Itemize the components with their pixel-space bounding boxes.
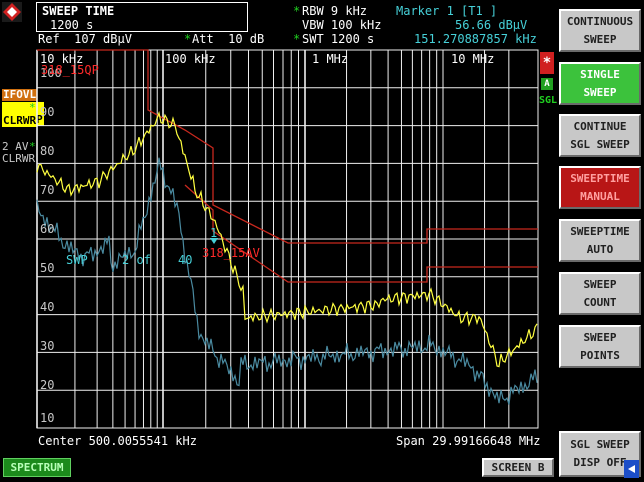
level-tick-70: 70	[40, 183, 55, 197]
softkey-sweeptime-manual[interactable]: SWEEPTIME MANUAL	[559, 166, 641, 209]
softkey-line1: SGL SWEEP	[570, 438, 630, 451]
level-tick-40: 40	[40, 300, 55, 314]
freq-label-100khz: 100 kHz	[165, 52, 216, 66]
softkey-line2: SWEEP	[583, 85, 617, 99]
softkey-line2: MANUAL	[580, 189, 620, 203]
softkey-continuous-sweep[interactable]: CONTINUOUS SWEEP	[559, 9, 641, 52]
softkey-line1: CONTINUE	[573, 119, 627, 133]
level-tick-80: 80	[40, 144, 55, 158]
softkey-line2: POINTS	[580, 348, 620, 362]
level-tick-30: 30	[40, 339, 55, 353]
level-tick-50: 50	[40, 261, 55, 275]
freq-label-10mhz: 10 MHz	[451, 52, 495, 66]
softkey-sweeptime-auto[interactable]: SWEEPTIME AUTO	[559, 219, 641, 262]
softkey-line1: SWEEPTIME	[570, 171, 630, 185]
limit-lines	[37, 49, 538, 283]
softkey-line2: SGL SWEEP	[570, 137, 630, 151]
softkey-line1: SINGLE	[580, 67, 620, 81]
level-tick-20: 20	[40, 378, 55, 392]
center-frequency: Center 500.0055541 kHz	[38, 434, 197, 448]
screen-b-button[interactable]: SCREEN B	[482, 458, 554, 477]
softkey-line2: SWEEP	[583, 32, 617, 46]
softkey-sweep-count[interactable]: SWEEP COUNT	[559, 272, 641, 315]
limit-label-av: 318_15AV	[202, 246, 260, 260]
level-tick-10: 10	[40, 411, 55, 425]
freq-label-1mhz: 1 MHz	[312, 52, 349, 66]
sweep-total-text: 40	[178, 253, 193, 267]
softkey-line2: DISP OFF	[573, 456, 627, 469]
spectrum-grid	[36, 49, 539, 429]
level-tick-90: 90	[40, 105, 55, 119]
softkey-line2: AUTO	[586, 242, 614, 256]
softkey-line1: CONTINUOUS	[566, 14, 634, 28]
span: Span 29.99166648 MHz	[396, 434, 541, 448]
softkey-line2: COUNT	[583, 295, 617, 309]
sgl-sweep-arrow-icon[interactable]	[624, 460, 639, 478]
marker-number: 1	[210, 226, 218, 240]
trace-quasipeak	[36, 110, 538, 368]
sweep-swp-text: SWP	[66, 253, 88, 267]
softkey-line1: SWEEP	[583, 330, 617, 344]
softkey-sweep-points[interactable]: SWEEP POINTS	[559, 325, 641, 368]
softkey-line1: SWEEP	[583, 277, 617, 291]
sweep-count-text: 2 of	[122, 253, 151, 267]
softkey-line1: SWEEPTIME	[570, 224, 630, 238]
limit-label-qp: 318_15QP	[41, 63, 99, 77]
softkey-single-sweep[interactable]: SINGLE SWEEP	[559, 62, 641, 105]
softkey-continue-sgl-sweep[interactable]: CONTINUE SGL SWEEP	[559, 114, 641, 157]
spectrum-button[interactable]: SPECTRUM	[3, 458, 71, 477]
level-tick-60: 60	[40, 222, 55, 236]
